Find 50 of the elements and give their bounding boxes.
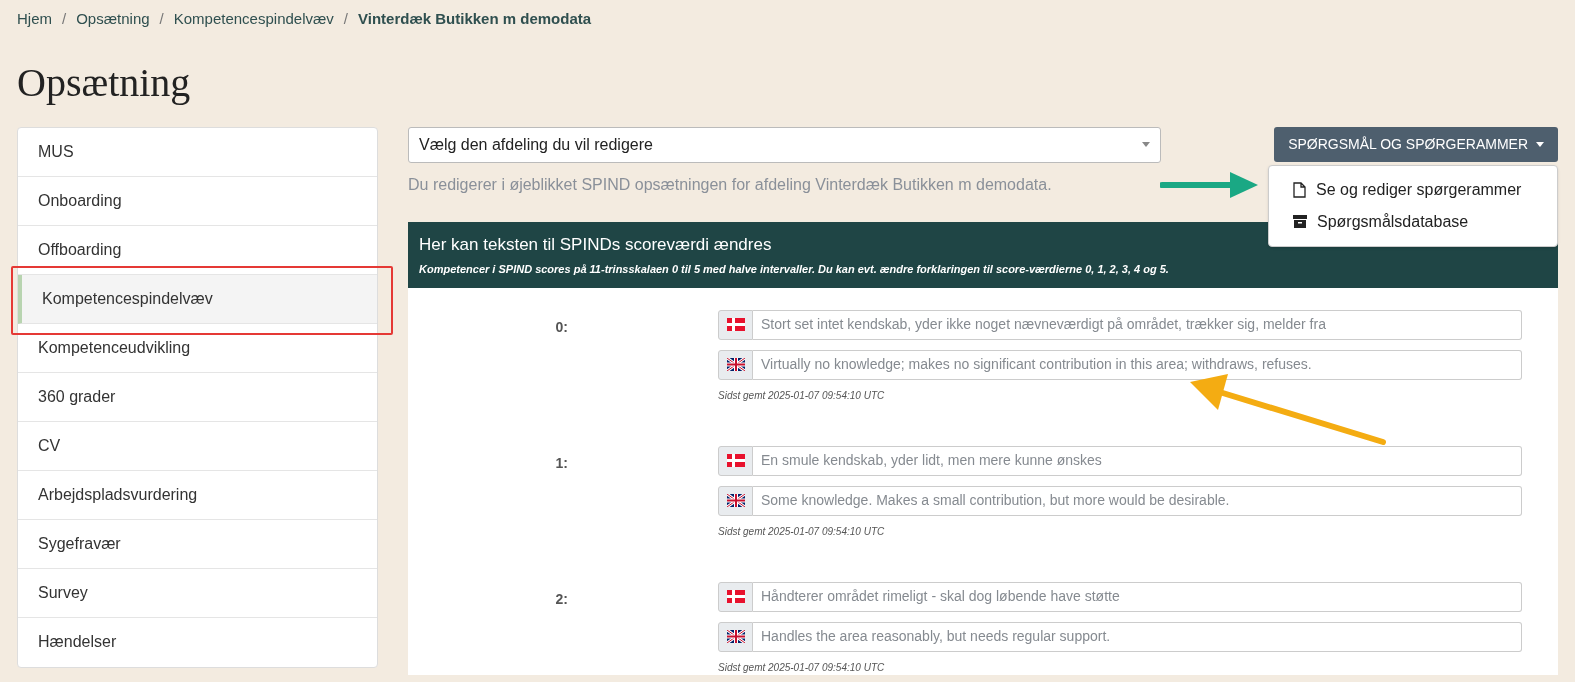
menu-item[interactable]: Spørgsmålsdatabase [1269, 205, 1557, 238]
caret-icon [1142, 142, 1150, 147]
sidebar-item[interactable]: CV [18, 421, 377, 471]
breadcrumb-item[interactable]: Hjem [17, 8, 52, 31]
saved-timestamp: Sidst gemt 2025-01-07 09:54:10 UTC [718, 524, 886, 539]
score-label: 0: [554, 317, 568, 337]
menu-button[interactable]: SPØRGSMÅL OG SPØRGERAMMER [1274, 126, 1558, 162]
panel-title: Her kan teksten til SPINDs scoreværdi ændres [419, 233, 773, 256]
sidebar-item[interactable]: Kompetencespindelvæv [18, 274, 377, 324]
archive-box-icon [1293, 215, 1307, 228]
menu-item-label[interactable]: Spørgsmålsdatabase [1317, 209, 1469, 234]
saved-timestamp: Sidst gemt 2025-01-07 09:54:10 UTC [718, 388, 886, 403]
danish-flag-icon [726, 590, 745, 603]
score-label: 1: [554, 453, 568, 473]
text-field[interactable]: En smule kendskab, yder lidt, men mere kunne ønskes [753, 445, 1522, 476]
breadcrumb-separator: / [62, 9, 67, 29]
sidebar-item[interactable]: Survey [18, 568, 377, 618]
text-field[interactable]: Virtually no knowledge; makes no significant contribution in this area; withdraws, refuses. [753, 349, 1522, 380]
saved-timestamp: Sidst gemt 2025-01-07 09:54:10 UTC [718, 660, 886, 675]
text-field[interactable]: Håndterer området rimeligt - skal dog løbende have støtte [753, 581, 1522, 612]
panel-subtitle: Kompetencer i SPIND scores på 11-trinsskalaen 0 til 5 med halve intervaller. Du kan evt. ændre forklaringen til score-værdierne 0, 1, 2, 3, 4 og 5. [419, 262, 1170, 277]
sidebar-item[interactable]: Arbejdspladsvurdering [18, 470, 377, 520]
breadcrumb-item: Vinterdæk Butikken m demodata [358, 9, 592, 29]
british-flag-icon [726, 630, 745, 643]
caret-icon [1536, 141, 1544, 147]
text-field[interactable]: Handles the area reasonably, but needs regular support. [753, 621, 1522, 652]
sidebar-item[interactable]: MUS [18, 127, 377, 177]
score-label: 2: [554, 589, 568, 609]
text-field[interactable]: Stort set intet kendskab, yder ikke noget nævneværdigt på området, trækker sig, melder fra [753, 309, 1522, 340]
danish-flag-icon [726, 318, 745, 331]
info-text: Du redigerer i øjeblikket SPIND opsætningen for afdeling Vinterdæk Butikken m demodata. [408, 174, 1053, 195]
danish-flag-icon [726, 454, 745, 467]
sidebar-item[interactable]: Offboarding [18, 225, 377, 275]
menu-item[interactable]: Se og rediger spørgerammer [1269, 173, 1557, 206]
breadcrumb-item[interactable]: Opsætning [76, 8, 150, 31]
breadcrumb-separator: / [343, 9, 348, 29]
sidebar-item[interactable]: Kompetenceudvikling [18, 323, 377, 373]
text-field[interactable]: Some knowledge. Makes a small contribution, but more would be desirable. [753, 485, 1522, 516]
sidebar-item[interactable]: Hændelser [18, 617, 377, 667]
sidebar-item[interactable]: Sygefravær [18, 519, 377, 569]
breadcrumb-separator: / [159, 9, 164, 29]
menu-item-label[interactable]: Se og rediger spørgerammer [1316, 177, 1522, 202]
page-title: Opsætning [16, 58, 192, 107]
document-icon [1293, 181, 1306, 198]
department-select[interactable]: Vælg den afdeling du vil redigere [408, 126, 1161, 163]
british-flag-icon [726, 494, 745, 507]
british-flag-icon [726, 358, 745, 371]
sidebar-item[interactable]: 360 grader [18, 372, 377, 422]
breadcrumb-item[interactable]: Kompetencespindelvæv [173, 8, 334, 31]
sidebar-item[interactable]: Onboarding [18, 176, 377, 226]
